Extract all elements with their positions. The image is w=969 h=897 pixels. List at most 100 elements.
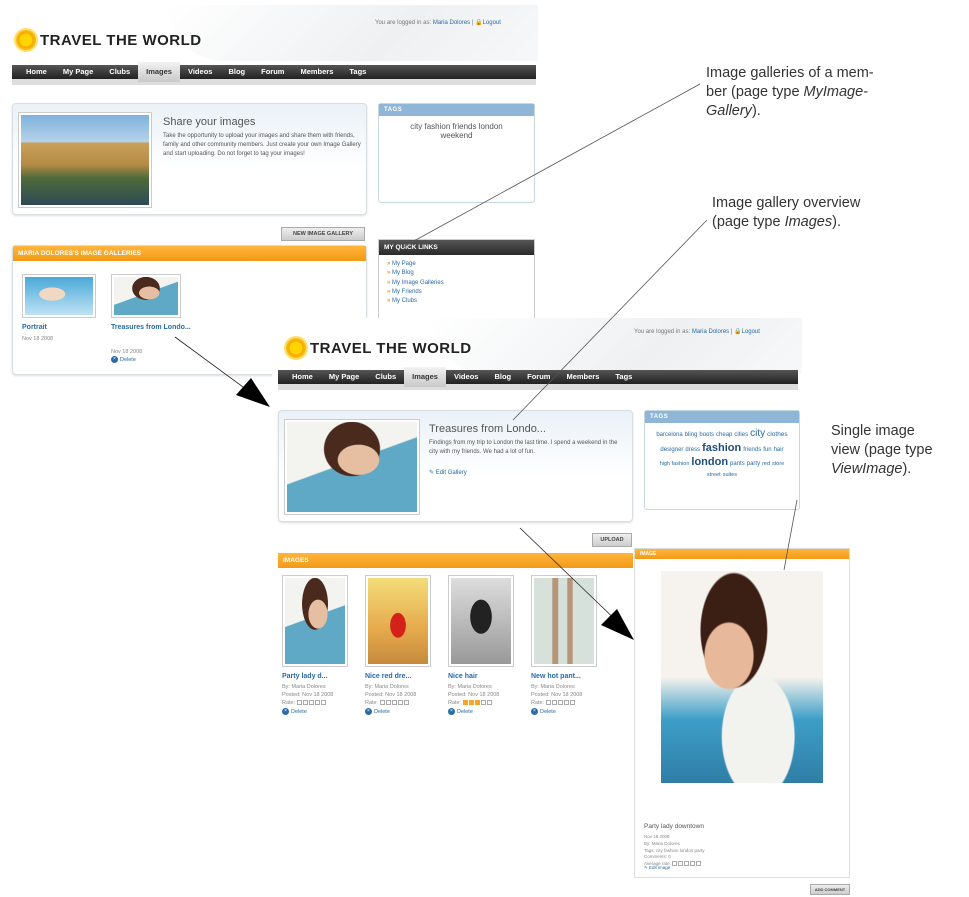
- image-thumb[interactable]: [365, 575, 431, 667]
- new-image-gallery-button[interactable]: NEW IMAGE GALLERY: [281, 227, 365, 241]
- tag-link[interactable]: barcelona: [656, 431, 682, 439]
- star-icon[interactable]: [569, 699, 575, 705]
- tag-link[interactable]: store: [772, 461, 784, 468]
- tag-link[interactable]: cities: [734, 431, 748, 439]
- tag-link[interactable]: fun: [763, 446, 771, 454]
- quicklink-item[interactable]: My Image Galleries: [387, 279, 526, 288]
- quicklink-item[interactable]: My Clubs: [387, 297, 526, 306]
- star-icon[interactable]: [314, 699, 320, 705]
- nav-forum[interactable]: Forum: [519, 367, 558, 387]
- image-title[interactable]: New hot pant...: [531, 673, 581, 681]
- star-icon[interactable]: [678, 861, 684, 867]
- nav-members[interactable]: Members: [292, 62, 341, 82]
- nav-videos[interactable]: Videos: [446, 367, 486, 387]
- delete-link[interactable]: × Delete: [282, 707, 333, 717]
- nav-tags[interactable]: Tags: [341, 62, 374, 82]
- image-title[interactable]: Nice hair: [448, 673, 478, 681]
- star-icon[interactable]: [320, 699, 326, 705]
- nav-home[interactable]: Home: [284, 367, 321, 387]
- gallery-title[interactable]: Treasures from Londo...: [111, 324, 191, 332]
- tag-link[interactable]: designer: [660, 446, 683, 454]
- image-title[interactable]: Nice red dre...: [365, 673, 411, 681]
- edit-gallery-link[interactable]: ✎ Edit Gallery: [429, 469, 467, 478]
- delete-icon: ×: [365, 707, 372, 715]
- login-user[interactable]: Maria Dolores: [433, 20, 470, 26]
- gallery-thumb-portrait[interactable]: [22, 274, 96, 318]
- star-icon[interactable]: [403, 699, 409, 705]
- star-icon[interactable]: [480, 699, 486, 705]
- image-thumb[interactable]: [282, 575, 348, 667]
- tag-link[interactable]: city: [750, 427, 765, 441]
- star-icon[interactable]: [551, 699, 557, 705]
- delete-link[interactable]: × Delete: [111, 356, 136, 365]
- tag-link[interactable]: hair: [774, 446, 784, 454]
- nav-images[interactable]: Images: [404, 367, 446, 387]
- tag-link[interactable]: red: [762, 461, 770, 468]
- star-icon[interactable]: [462, 699, 468, 705]
- quicklink-item[interactable]: My Page: [387, 260, 526, 269]
- star-icon[interactable]: [563, 699, 569, 705]
- logout-link[interactable]: Logout: [483, 20, 501, 26]
- star-icon[interactable]: [696, 861, 702, 867]
- delete-link[interactable]: × Delete: [531, 707, 582, 717]
- nav-tags[interactable]: Tags: [607, 367, 640, 387]
- upload-button[interactable]: UPLOAD: [592, 533, 632, 547]
- tag-link[interactable]: bling: [685, 431, 698, 439]
- tag-link[interactable]: dress: [685, 446, 700, 454]
- star-icon[interactable]: [486, 699, 492, 705]
- star-icon[interactable]: [379, 699, 385, 705]
- logout-link[interactable]: Logout: [742, 329, 760, 335]
- tag-link[interactable]: boots: [699, 431, 714, 439]
- tag-link[interactable]: friends: [743, 446, 761, 454]
- nav-blog[interactable]: Blog: [486, 367, 519, 387]
- nav-home[interactable]: Home: [18, 62, 55, 82]
- nav-clubs[interactable]: Clubs: [367, 367, 404, 387]
- nav-my-page[interactable]: My Page: [321, 367, 367, 387]
- star-icon[interactable]: [557, 699, 563, 705]
- tag-link[interactable]: cheap: [716, 431, 732, 439]
- gallery-title[interactable]: Portrait: [22, 324, 47, 332]
- star-icon[interactable]: [468, 699, 474, 705]
- gallery-thumb-treasures[interactable]: [111, 274, 181, 318]
- star-icon[interactable]: [474, 699, 480, 705]
- star-icon[interactable]: [690, 861, 696, 867]
- nav-my-page[interactable]: My Page: [55, 62, 101, 82]
- image-thumb[interactable]: [531, 575, 597, 667]
- image-thumb[interactable]: [448, 575, 514, 667]
- delete-link[interactable]: × Delete: [448, 707, 499, 717]
- star-icon[interactable]: [397, 699, 403, 705]
- delete-link[interactable]: × Delete: [365, 707, 416, 717]
- tag-link[interactable]: clothes: [767, 431, 788, 440]
- nav-forum[interactable]: Forum: [253, 62, 292, 82]
- tag-link[interactable]: street: [707, 472, 721, 479]
- tag-link[interactable]: london: [691, 455, 728, 470]
- image-title[interactable]: Party lady d...: [282, 673, 328, 681]
- image-posted: Posted: Nov 18 2008: [448, 691, 500, 698]
- star-icon[interactable]: [296, 699, 302, 705]
- star-icon[interactable]: [385, 699, 391, 705]
- add-comment-button[interactable]: ADD COMMENT: [810, 884, 850, 895]
- star-icon[interactable]: [391, 699, 397, 705]
- tag-link[interactable]: high fashion: [660, 461, 690, 468]
- login-user[interactable]: Maria Dolores: [692, 329, 729, 335]
- tag-link[interactable]: pants: [730, 460, 745, 468]
- site-logo[interactable]: TRAVEL THE WORLD: [286, 338, 472, 358]
- edit-image-link[interactable]: ✎ Edit image: [644, 865, 670, 872]
- star-icon[interactable]: [672, 861, 678, 867]
- site-logo[interactable]: TRAVEL THE WORLD: [16, 30, 202, 50]
- nav-clubs[interactable]: Clubs: [101, 62, 138, 82]
- star-icon[interactable]: [684, 861, 690, 867]
- star-icon[interactable]: [302, 699, 308, 705]
- tag-list[interactable]: city fashion friends london weekend: [379, 116, 534, 146]
- nav-blog[interactable]: Blog: [220, 62, 253, 82]
- quicklink-item[interactable]: My Blog: [387, 269, 526, 278]
- nav-videos[interactable]: Videos: [180, 62, 220, 82]
- quicklink-item[interactable]: My Friends: [387, 288, 526, 297]
- tag-link[interactable]: party: [747, 460, 760, 468]
- tag-link[interactable]: suites: [723, 472, 737, 479]
- tag-link[interactable]: fashion: [702, 441, 741, 456]
- star-icon[interactable]: [308, 699, 314, 705]
- nav-images[interactable]: Images: [138, 62, 180, 82]
- nav-members[interactable]: Members: [558, 367, 607, 387]
- star-icon[interactable]: [545, 699, 551, 705]
